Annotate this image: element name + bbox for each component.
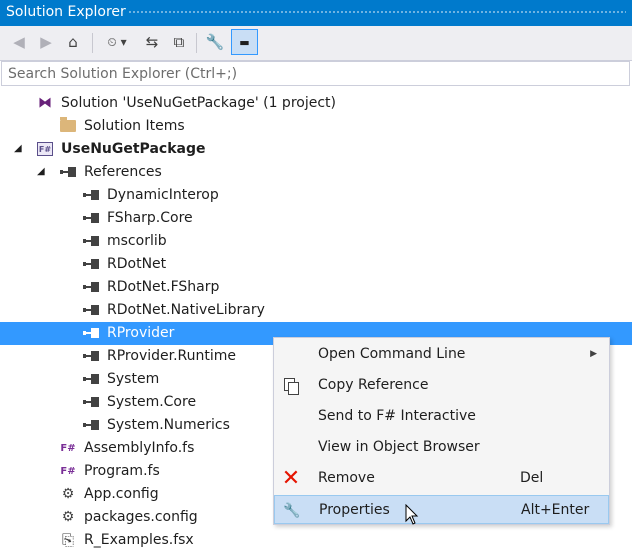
menu-item-view-in-object-browser[interactable]: View in Object Browser (274, 433, 609, 462)
tree-item-rdotnet[interactable]: RDotNet (0, 253, 632, 276)
tree-item-label: Program.fs (84, 463, 160, 479)
menu-item-label: Copy Reference (318, 377, 429, 393)
context-menu: Open Command Line ▶ Copy Reference Send to … (273, 337, 610, 525)
back-icon[interactable]: ◀ (8, 31, 30, 53)
mouse-cursor-icon (405, 504, 419, 525)
menu-item-open-command-line[interactable]: Open Command Line ▶ (274, 340, 609, 369)
menu-item-properties[interactable]: 🔧 Properties Alt+Enter (274, 495, 609, 524)
tree-item-fsharp-core[interactable]: FSharp.Core (0, 207, 632, 230)
menu-item-label: Remove (318, 470, 375, 486)
menu-item-label: Properties (319, 502, 390, 518)
tree-item-label: RProvider.Runtime (107, 348, 237, 364)
search-placeholder: Search Solution Explorer (Ctrl+;) (8, 66, 238, 82)
collapse-all-icon[interactable]: ⧉ (168, 31, 190, 53)
tree-item-rdotnet-fsharp[interactable]: RDotNet.FSharp (0, 276, 632, 299)
tree-item-label: Solution 'UseNuGetPackage' (1 project) (61, 95, 336, 111)
tree-item-mscorlib[interactable]: mscorlib (0, 230, 632, 253)
menu-item-send-to-f-interactive[interactable]: Send to F# Interactive (274, 402, 609, 431)
tree-item-label: UseNuGetPackage (61, 141, 206, 157)
folder-icon (59, 117, 77, 135)
tree-item-label: App.config (84, 486, 159, 502)
reference-icon (82, 324, 100, 342)
expand-collapse-icon[interactable]: ◢ (14, 143, 22, 154)
window-title: Solution Explorer (6, 4, 126, 20)
tree-item-solution-usenugetpackage-1-project[interactable]: ⧓ Solution 'UseNuGetPackage' (1 project) (0, 92, 632, 115)
tree-item-label: RDotNet (107, 256, 167, 272)
tree-item-label: System (107, 371, 160, 387)
tree-item-label: mscorlib (107, 233, 167, 249)
tree-item-label: FSharp.Core (107, 210, 193, 226)
search-input[interactable]: Search Solution Explorer (Ctrl+;) (1, 61, 630, 86)
menu-item-shortcut: Del (520, 470, 544, 486)
menu-item-shortcut: Alt+Enter (521, 502, 590, 518)
tree-item-solution-items[interactable]: Solution Items (0, 115, 632, 138)
script-file-icon: ⎘ (61, 531, 74, 549)
reference-icon (82, 186, 100, 204)
title-bar: Solution Explorer (0, 0, 632, 26)
tree-item-label: RDotNet.FSharp (107, 279, 220, 295)
tree-item-references[interactable]: ◢ References (0, 161, 632, 184)
menu-item-remove[interactable]: ✕ Remove Del (274, 464, 609, 493)
reference-icon (82, 278, 100, 296)
tree-item-label: System.Core (107, 394, 197, 410)
forward-icon[interactable]: ▶ (35, 31, 57, 53)
toolbar-separator (196, 33, 197, 53)
tree-item-label: Solution Items (84, 118, 185, 134)
menu-item-label: Open Command Line (318, 346, 466, 362)
reference-icon (82, 416, 100, 434)
title-bar-grip[interactable] (128, 10, 626, 15)
tree-item-label: AssemblyInfo.fs (84, 440, 195, 456)
tree-item-dynamicinterop[interactable]: DynamicInterop (0, 184, 632, 207)
reference-icon (82, 232, 100, 250)
expand-collapse-icon[interactable]: ◢ (37, 166, 45, 177)
wrench-icon: 🔧 (283, 503, 301, 519)
fsharp-file-icon: F# (60, 442, 76, 454)
tree-item-label: RProvider (107, 325, 175, 341)
solution-icon: ⧓ (38, 95, 52, 111)
references-icon (59, 163, 77, 181)
tree-item-label: RDotNet.NativeLibrary (107, 302, 265, 318)
home-icon[interactable]: ⌂ (62, 31, 84, 53)
tree-item-label: System.Numerics (107, 417, 230, 433)
toolbar: ◀ ▶ ⌂ ⏲ ▾ ⇆ ⧉ 🔧 ▬ (0, 26, 632, 61)
tree-item-label: References (84, 164, 162, 180)
menu-item-copy-reference[interactable]: Copy Reference (274, 371, 609, 400)
tree-item-r-examples-fsx[interactable]: ⎘ R_Examples.fsx (0, 529, 632, 552)
submenu-arrow-icon: ▶ (590, 349, 597, 359)
reference-icon (82, 255, 100, 273)
tree-item-label: R_Examples.fsx (84, 532, 194, 548)
menu-item-label: Send to F# Interactive (318, 408, 476, 424)
config-file-icon: ⚙ (61, 509, 75, 525)
fsharp-project-icon: F# (36, 140, 54, 158)
toolbar-separator (92, 33, 93, 53)
reference-icon (82, 301, 100, 319)
preview-selected-items-icon[interactable]: ▬ (231, 29, 258, 55)
tree-item-rdotnet-nativelibrary[interactable]: RDotNet.NativeLibrary (0, 299, 632, 322)
tree-item-usenugetpackage[interactable]: ◢ F# UseNuGetPackage (0, 138, 632, 161)
reference-icon (82, 370, 100, 388)
config-file-icon: ⚙ (61, 486, 75, 502)
pending-changes-filter-icon[interactable]: ⏲ ▾ (102, 31, 132, 53)
menu-item-label: View in Object Browser (318, 439, 480, 455)
reference-icon (82, 209, 100, 227)
reference-icon (82, 393, 100, 411)
copy-icon (280, 375, 302, 397)
sync-with-active-document-icon[interactable]: ⇆ (141, 31, 163, 53)
remove-icon: ✕ (281, 466, 301, 491)
fsharp-file-icon: F# (60, 465, 76, 477)
reference-icon (82, 347, 100, 365)
properties-wrench-icon[interactable]: 🔧 (204, 31, 226, 53)
tree-item-label: DynamicInterop (107, 187, 219, 203)
tree-item-label: packages.config (84, 509, 198, 525)
